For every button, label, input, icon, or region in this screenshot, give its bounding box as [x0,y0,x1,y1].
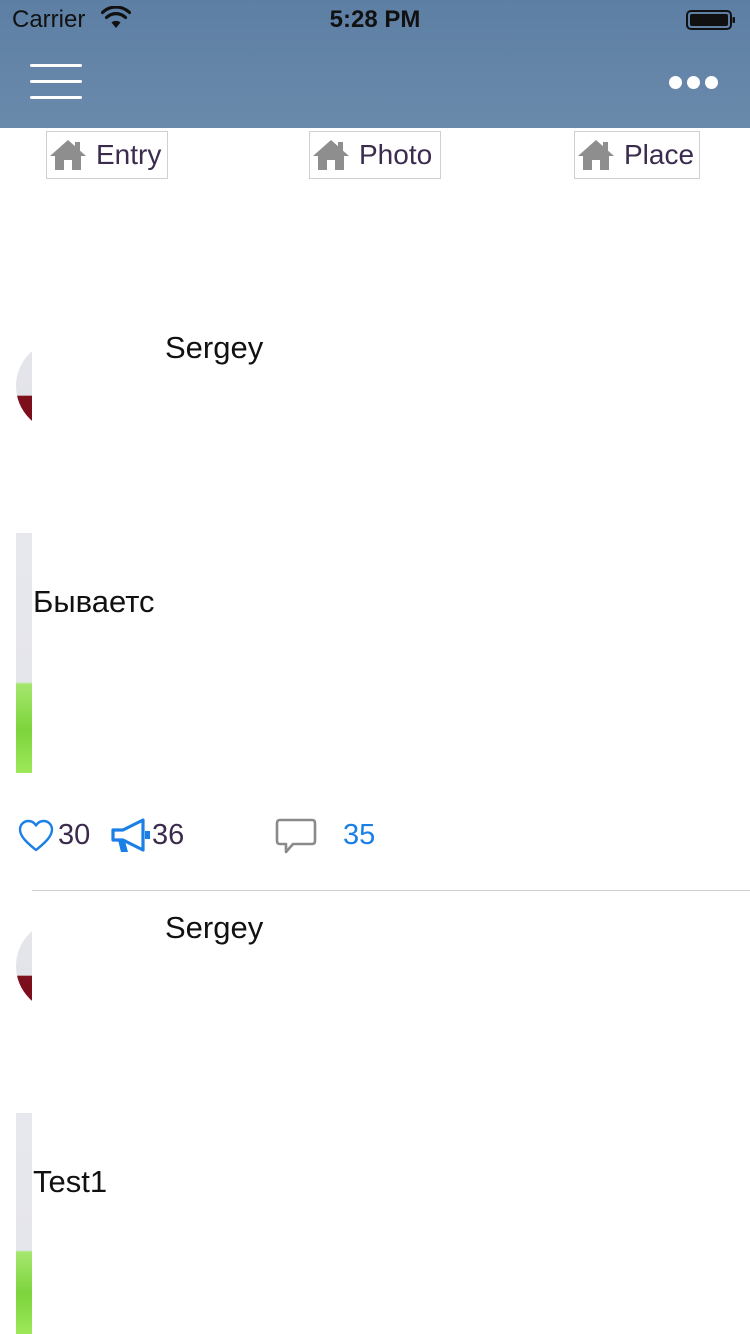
feed-screen: Carrier 5:28 PM Entry Photo Place Sergey… [0,0,750,1334]
comment-icon[interactable] [275,817,317,855]
hamburger-menu-icon[interactable] [30,62,82,100]
tab-photo[interactable]: Photo [309,131,441,179]
post-image[interactable] [16,533,32,773]
tab-place-label: Place [624,139,695,170]
tab-entry[interactable]: Entry [46,131,168,179]
post-author[interactable]: Sergey [165,910,263,946]
navigation-bar: Carrier 5:28 PM [0,0,750,128]
home-icon [50,140,86,170]
post-image[interactable] [16,1113,32,1334]
more-dots-icon[interactable] [666,70,720,94]
home-icon [578,140,614,170]
heart-icon[interactable] [18,819,54,853]
post-divider [32,890,750,891]
home-icon [313,140,349,170]
share-count: 36 [152,819,185,851]
battery-icon [686,10,735,30]
avatar[interactable] [16,920,32,1012]
avatar[interactable] [16,340,32,432]
post-author[interactable]: Sergey [165,330,263,366]
tab-entry-label: Entry [96,139,162,170]
post-text: Бываетс [33,584,155,619]
tab-photo-label: Photo [359,139,433,170]
comment-count[interactable]: 35 [343,819,375,852]
tab-place[interactable]: Place [574,131,700,179]
megaphone-icon[interactable] [110,817,152,855]
status-time: 5:28 PM [329,6,421,33]
post-text: Test1 [33,1164,108,1199]
like-count: 30 [58,819,91,851]
